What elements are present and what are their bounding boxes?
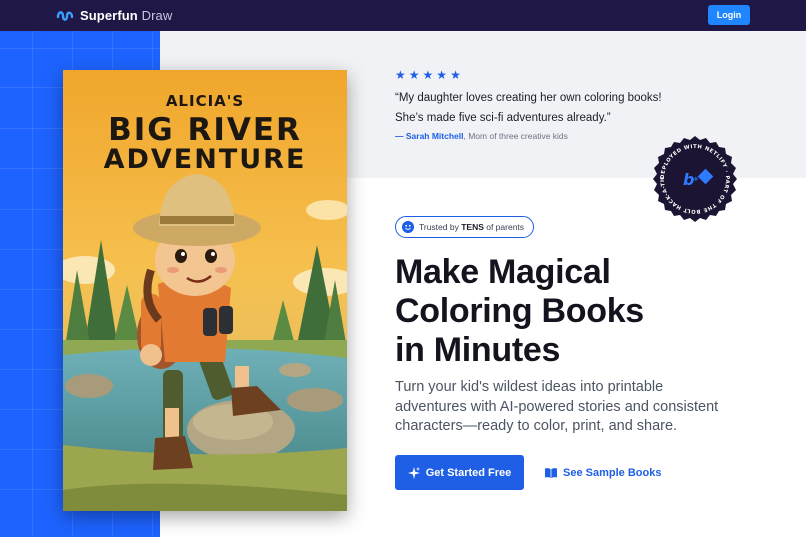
sample-book-cover[interactable]: ALICIA'S BIG RIVER ADVENTURE: [63, 70, 347, 511]
hero-description-line: characters—ready to color, print, and sh…: [395, 418, 678, 434]
get-started-button[interactable]: Get Started Free: [395, 455, 524, 490]
rating-stars: ★ ★ ★ ★ ★: [395, 69, 461, 81]
quote-line: She’s made five sci-fi adventures alread…: [395, 112, 611, 124]
hackathon-seal-badge[interactable]: DEPLOYED WITH NETLIFY · PART OF THE BOLT…: [650, 134, 740, 224]
book-title-line: ADVENTURE: [103, 144, 307, 175]
see-sample-books-link[interactable]: See Sample Books: [545, 455, 661, 490]
hero-headline: Make Magical Coloring Books in Minutes: [395, 253, 775, 370]
star-icon: ★: [450, 68, 461, 82]
hero-headline-line: Coloring Books: [395, 292, 644, 330]
testimonial-attribution: — Sarah Mitchell, Mom of three creative …: [395, 131, 568, 141]
squiggle-logo-icon: [56, 10, 74, 21]
login-button[interactable]: Login: [708, 5, 750, 25]
hero-headline-line: in Minutes: [395, 331, 561, 369]
trust-emphasis: TENS: [461, 222, 484, 232]
star-icon: ★: [408, 68, 420, 82]
smile-icon: [402, 221, 414, 233]
testimonial-quote: “My daughter loves creating her own colo…: [395, 88, 695, 128]
hero-headline-line: Make Magical: [395, 253, 611, 291]
star-icon: ★: [395, 68, 406, 82]
testimonial-author: — Sarah Mitchell: [395, 131, 464, 141]
brand-suffix: Draw: [141, 8, 173, 23]
hero-description: Turn your kid's wildest ideas into print…: [395, 378, 775, 437]
see-sample-books-label: See Sample Books: [563, 466, 662, 479]
quote-line: “My daughter loves creating her own colo…: [395, 92, 662, 104]
get-started-label: Get Started Free: [425, 466, 512, 479]
book-title-line: BIG RIVER: [108, 112, 302, 148]
top-nav-bar: Superfun Draw Login: [0, 0, 806, 31]
book-subtitle: ALICIA'S: [165, 92, 245, 110]
brand-logo-link[interactable]: Superfun Draw: [56, 6, 172, 25]
sparkle-icon: [407, 466, 420, 479]
brand-name: Superfun Draw: [80, 8, 173, 23]
star-icon: ★: [422, 68, 434, 82]
trust-badge: Trusted by TENS of parents: [395, 216, 535, 238]
testimonial-author-detail: , Mom of three creative kids: [463, 131, 568, 141]
open-book-icon: [545, 467, 557, 478]
trust-text: Trusted by TENS of parents: [419, 222, 525, 232]
hero-description-line: adventures with AI-powered stories and c…: [395, 398, 719, 415]
hero-description-line: Turn your kid's wildest ideas into print…: [395, 379, 664, 395]
star-icon: ★: [436, 68, 448, 82]
